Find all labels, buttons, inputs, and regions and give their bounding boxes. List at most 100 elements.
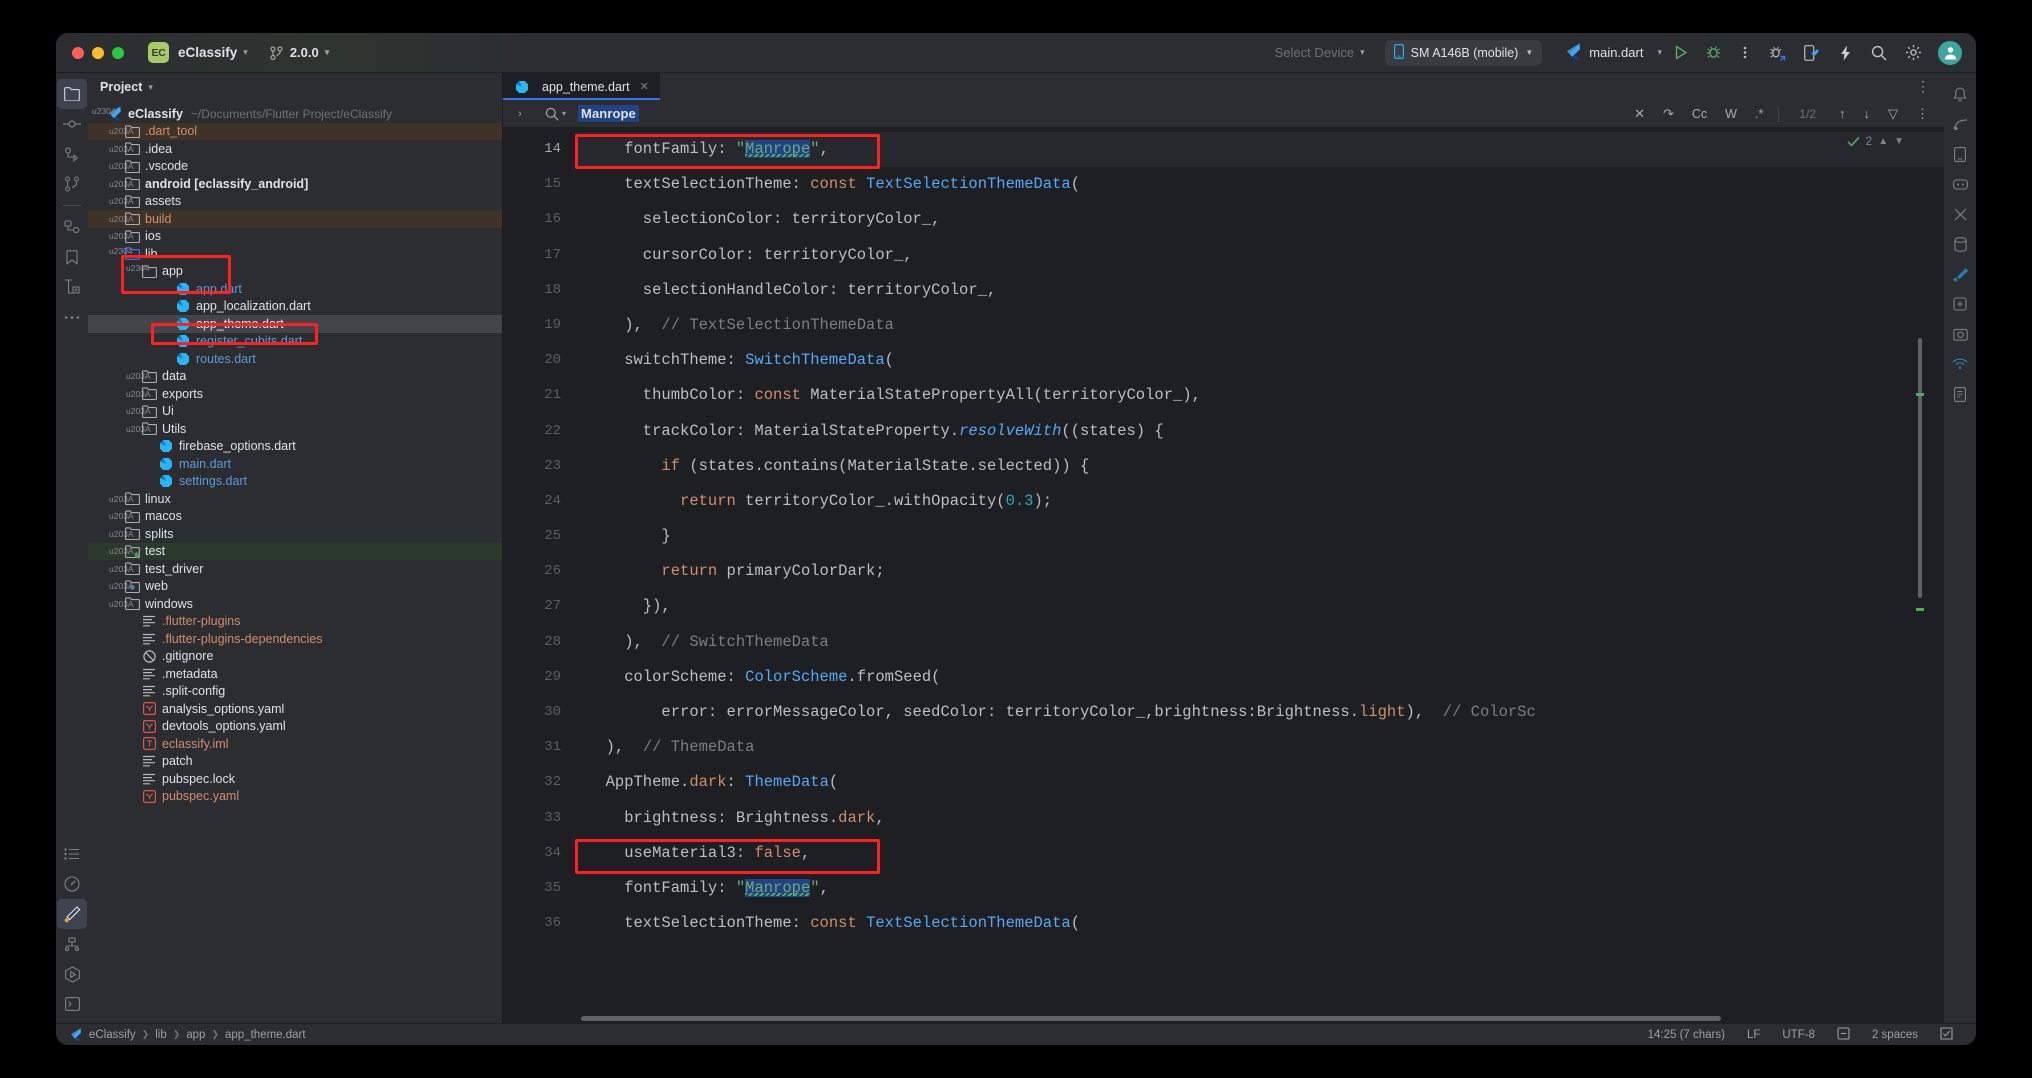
lint-icon[interactable] [1945,199,1975,229]
code-line[interactable]: switchTheme: SwitchThemeData( [575,343,1944,378]
select-device-dropdown[interactable]: Select Device ▾ [1275,45,1365,60]
regex-toggle[interactable]: .* [1746,107,1772,121]
database-side-icon[interactable] [1945,229,1975,259]
code-line[interactable]: fontFamily: "Manrope", [575,871,1944,906]
tree-row-settings-dart[interactable]: settings.dart [88,473,502,491]
more-tools-icon[interactable] [57,302,87,332]
build-tool-icon[interactable] [57,929,87,959]
clear-find-icon[interactable]: ✕ [1625,106,1654,122]
tab-app-theme-dart[interactable]: app_theme.dart ✕ [503,73,660,100]
code-line[interactable]: }), [575,589,1944,624]
tree-expand-arrow[interactable] [126,371,141,381]
tree-expand-arrow[interactable] [109,161,124,171]
code-line[interactable]: ), // TextSelectionThemeData [575,308,1944,343]
maximize-window-button[interactable] [112,47,124,59]
tree-row-app-dart[interactable]: app.dart [88,280,502,298]
branch-chevron-down-icon[interactable]: ▾ [325,47,330,58]
database-tool-icon[interactable] [57,212,87,242]
tree-row-app-localization-dart[interactable]: app_localization.dart [88,298,502,316]
tree-expand-arrow[interactable] [109,231,124,241]
tree-expand-arrow[interactable] [109,581,124,591]
branch-selector[interactable]: 2.0.0 ▾ [270,45,329,60]
tree-row-analysis-options-yaml[interactable]: analysis_options.yaml [88,700,502,718]
tree-row-ui[interactable]: Ui [88,403,502,421]
run-configuration-selector[interactable]: main.dart ▾ [1566,43,1662,63]
project-tree[interactable]: eClassify ~/Documents/Flutter Project/eC… [88,101,502,1023]
attach-debugger-icon[interactable] [1764,40,1790,66]
code-line[interactable]: if (states.contains(MaterialState.select… [575,449,1944,484]
flutter-inspector-icon[interactable] [57,899,87,929]
breadcrumb-item[interactable]: lib [155,1029,167,1041]
find-search-icon[interactable]: ▾ [545,107,566,121]
device-manager-icon[interactable] [1945,139,1975,169]
code-line[interactable]: AppTheme.dark: ThemeData( [575,765,1944,800]
tree-expand-arrow[interactable] [109,529,124,539]
tree-expand-arrow[interactable] [109,511,124,521]
tree-row--metadata[interactable]: .metadata [88,665,502,683]
tree-row--flutter-plugins[interactable]: .flutter-plugins [88,613,502,631]
bookmarks-icon[interactable] [57,242,87,272]
inspection-widget[interactable]: 2 ▲▼ [1847,134,1905,148]
breadcrumb-item[interactable]: app_theme.dart [225,1029,306,1041]
tree-expand-arrow[interactable] [109,249,124,259]
tree-expand-arrow[interactable] [109,494,124,504]
debug-button[interactable] [1700,40,1726,66]
gear-icon[interactable] [1900,40,1926,66]
tree-row-android-eclassify-android-[interactable]: android [eclassify_android] [88,175,502,193]
tree-row-patch[interactable]: patch [88,753,502,771]
screenshot-icon[interactable] [1945,319,1975,349]
code-line[interactable]: return primaryColorDark; [575,554,1944,589]
gradle-icon[interactable] [1945,109,1975,139]
todo-tool-icon[interactable] [57,839,87,869]
code-line[interactable]: } [575,519,1944,554]
tree-row-linux[interactable]: linux [88,490,502,508]
dart-analysis-icon[interactable] [1945,259,1975,289]
tree-expand-arrow[interactable] [126,266,141,276]
tree-row-devtools-options-yaml[interactable]: devtools_options.yaml [88,718,502,736]
tree-row-build[interactable]: build [88,210,502,228]
profiler-tool-icon[interactable] [57,869,87,899]
whole-words-toggle[interactable]: W [1716,107,1746,121]
code-line[interactable]: colorScheme: ColorScheme.fromSeed( [575,660,1944,695]
tree-row--split-config[interactable]: .split-config [88,683,502,701]
project-panel-header[interactable]: Project ▾ [88,73,502,101]
find-previous-icon[interactable]: ↑ [1830,106,1855,121]
code-content[interactable]: fontFamily: "Manrope", textSelectionThem… [575,128,1944,1023]
tree-expand-arrow[interactable] [126,406,141,416]
close-window-button[interactable] [72,47,84,59]
code-line[interactable]: error: errorMessageColor, seedColor: ter… [575,695,1944,730]
notifications-icon[interactable] [1945,79,1975,109]
code-line[interactable]: return territoryColor_.withOpacity(0.3); [575,484,1944,519]
tree-row--vscode[interactable]: .vscode [88,158,502,176]
tree-row-splits[interactable]: splits [88,525,502,543]
copilot-icon[interactable] [1945,169,1975,199]
tree-expand-arrow[interactable] [126,389,141,399]
device-selector[interactable]: SM A146B (mobile) ▼ [1385,40,1543,66]
structure-tool-icon[interactable] [57,139,87,169]
tree-row-register-cubits-dart[interactable]: register_cubits.dart [88,333,502,351]
project-tool-icon[interactable] [57,79,87,109]
tree-expand-arrow[interactable] [109,126,124,136]
tree-row-test-driver[interactable]: test_driver [88,560,502,578]
avatar[interactable] [1938,41,1962,65]
inspection-widget-status-icon[interactable] [1929,1027,1964,1043]
tree-row-assets[interactable]: assets [88,193,502,211]
tree-expand-arrow[interactable] [109,196,124,206]
tree-row-test[interactable]: test [88,543,502,561]
code-line[interactable]: selectionColor: territoryColor_, [575,202,1944,237]
code-area[interactable]: 1415161718192021222324252627282930313233… [503,128,1944,1023]
problems-icon[interactable] [1945,289,1975,319]
tree-row-pubspec-yaml[interactable]: pubspec.yaml [88,788,502,806]
filter-icon[interactable]: ▽ [1879,106,1907,122]
tree-row-main-dart[interactable]: main.dart [88,455,502,473]
code-line[interactable]: brightness: Brightness.dark, [575,801,1944,836]
minimize-window-button[interactable] [92,47,104,59]
hot-reload-icon[interactable] [1832,40,1858,66]
match-case-toggle[interactable]: Cc [1683,107,1716,121]
code-line[interactable]: cursorColor: territoryColor_, [575,238,1944,273]
tree-row-app[interactable]: app [88,263,502,281]
device-file-explorer-icon[interactable] [1945,379,1975,409]
horizontal-scrollbar[interactable] [581,1016,1721,1021]
tree-expand-arrow[interactable] [109,599,124,609]
line-separator[interactable]: LF [1736,1029,1771,1041]
